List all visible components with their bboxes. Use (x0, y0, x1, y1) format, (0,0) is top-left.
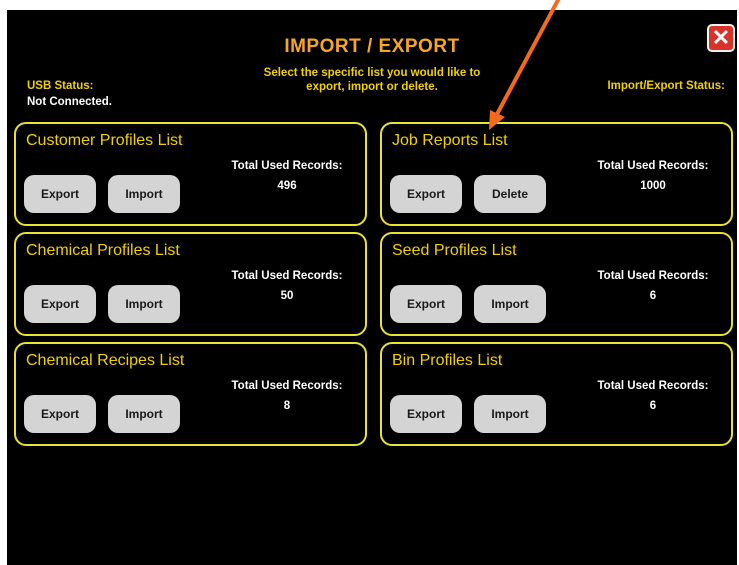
annotation-arrow-icon (489, 0, 560, 130)
